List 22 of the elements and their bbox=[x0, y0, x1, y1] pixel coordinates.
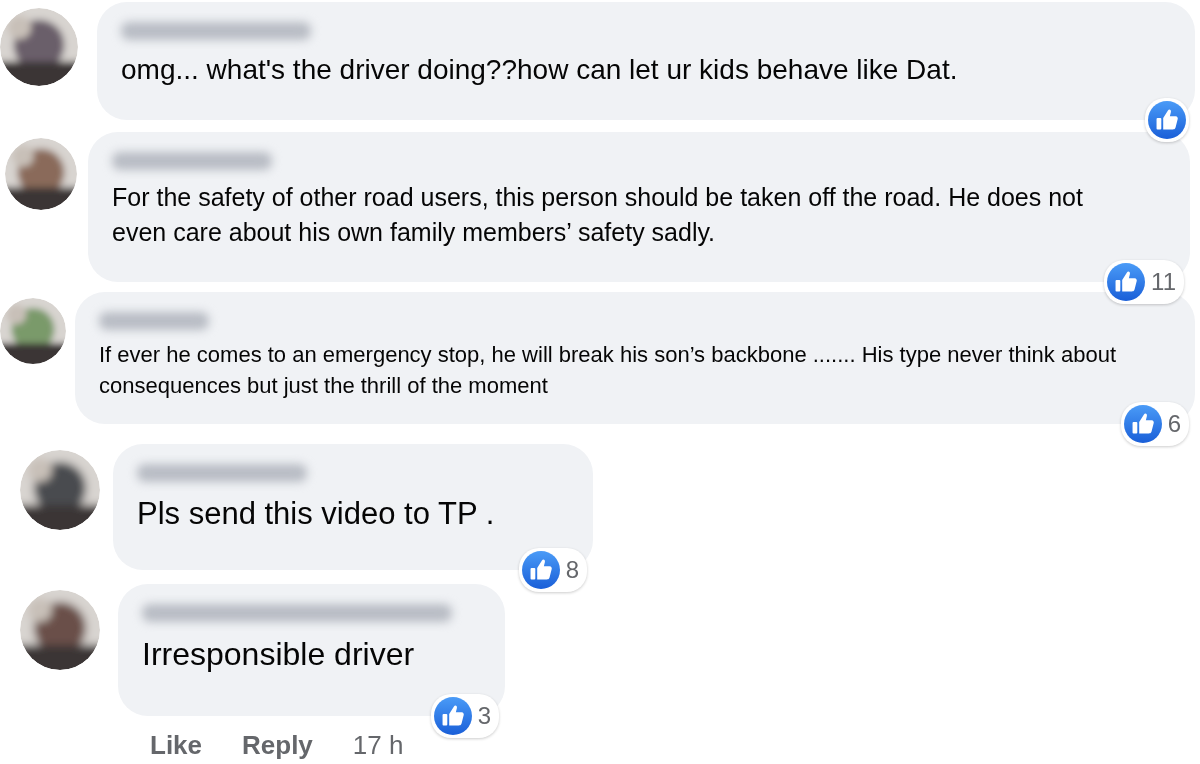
like-link[interactable]: Like bbox=[150, 730, 203, 761]
reaction-badge[interactable]: 3 bbox=[430, 694, 499, 738]
comment-time: 17 h bbox=[352, 730, 404, 761]
reaction-badge[interactable]: 8 bbox=[518, 548, 587, 592]
thumbs-up-icon bbox=[433, 697, 472, 735]
comment-text: omg... what's the driver doing??how can let ur kids behave like Dat. bbox=[121, 53, 959, 87]
thumbs-up-icon bbox=[1107, 263, 1146, 301]
reaction-count: 3 bbox=[477, 701, 491, 732]
thumbs-up-icon bbox=[521, 551, 560, 589]
thumbs-up-icon bbox=[1148, 101, 1186, 139]
reaction-badge[interactable]: 6 bbox=[1120, 402, 1189, 446]
comment-text: Irresponsible driver bbox=[142, 635, 416, 674]
reaction-badge[interactable]: 11 bbox=[1104, 260, 1184, 304]
comment-text: For the safety of other road users, this person should be taken off the road. He does not even care about his own family members’ safety sadly. bbox=[112, 182, 1084, 248]
reaction-count: 11 bbox=[1151, 267, 1176, 298]
comment-text: Pls send this video to TP . bbox=[137, 495, 496, 533]
comment-text: If ever he comes to an emergency stop, he will break his son’s backbone ....... His type never think about consequences but just the thrill of the moment bbox=[99, 341, 1118, 400]
thumbs-up-icon bbox=[1123, 405, 1162, 443]
reaction-badge[interactable] bbox=[1145, 98, 1189, 142]
reaction-count: 8 bbox=[565, 555, 579, 586]
reaction-count: 6 bbox=[1167, 409, 1181, 440]
reply-link[interactable]: Reply bbox=[242, 730, 313, 761]
